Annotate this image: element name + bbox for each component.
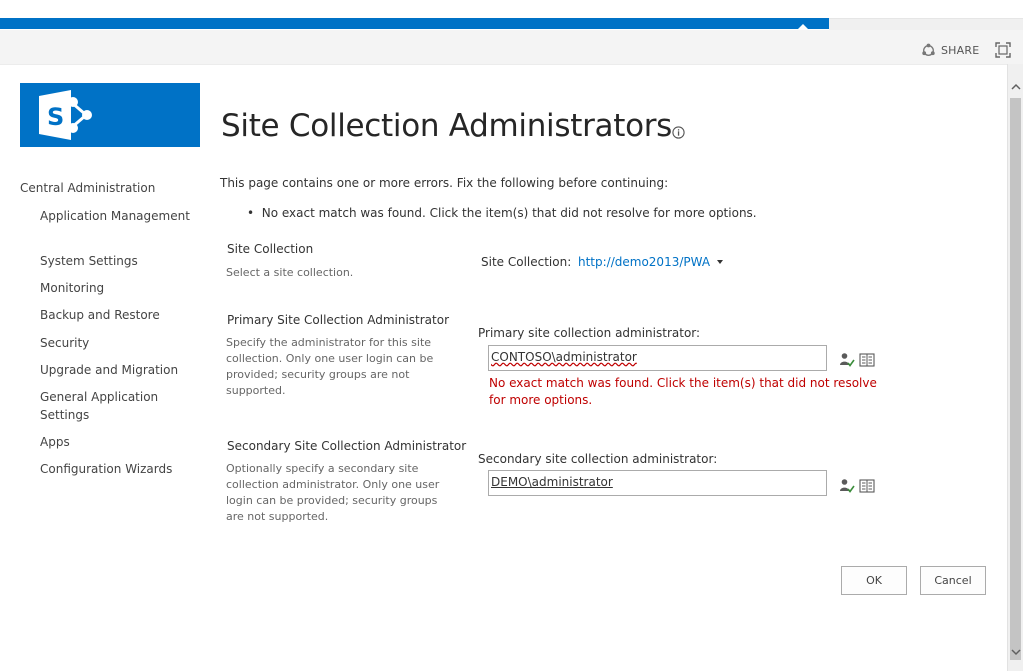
primary-admin-section-description: Specify the administrator for this site …	[226, 336, 434, 397]
scroll-down-icon[interactable]	[1011, 647, 1021, 657]
quicklaunch-item-backup-and-restore[interactable]: Backup and Restore	[40, 306, 190, 324]
quicklaunch-item-upgrade-and-migration[interactable]: Upgrade and Migration	[40, 361, 190, 379]
suite-nav-notch	[798, 24, 808, 29]
check-names-icon[interactable]	[839, 352, 855, 368]
share-icon	[922, 43, 935, 56]
error-bullet-item: • No exact match was found. Click the it…	[247, 206, 757, 220]
secondary-admin-picker-actions	[839, 478, 875, 494]
quicklaunch-item-apps[interactable]: Apps	[40, 433, 190, 451]
quicklaunch-item-system-settings[interactable]: System Settings	[40, 252, 190, 270]
primary-admin-field-label: Primary site collection administrator:	[478, 326, 701, 340]
error-summary: This page contains one or more errors. F…	[220, 176, 669, 190]
info-icon[interactable]	[672, 126, 685, 139]
primary-admin-people-picker[interactable]: CONTOSO\administrator	[488, 345, 827, 371]
secondary-admin-section-title: Secondary Site Collection Administrator	[227, 439, 467, 453]
vertical-scrollbar[interactable]	[1007, 64, 1023, 671]
site-collection-section-title: Site Collection	[227, 242, 314, 256]
site-collection-value: http://demo2013/PWA	[578, 255, 711, 269]
quicklaunch-central-administration[interactable]: Central Administration	[20, 181, 155, 195]
scrollbar-thumb[interactable]	[1010, 98, 1021, 660]
primary-admin-error: No exact match was found. Click the item…	[489, 376, 877, 407]
quicklaunch-item-general-application-settings[interactable]: General Application Settings	[40, 388, 190, 424]
site-collection-field-label: Site Collection:	[481, 255, 572, 269]
address-book-icon[interactable]	[859, 478, 875, 494]
secondary-admin-value: DEMO\administrator	[491, 475, 613, 489]
ok-button[interactable]: OK	[841, 566, 907, 595]
check-names-icon[interactable]	[839, 478, 855, 494]
site-collection-section-description: Select a site collection.	[226, 266, 354, 279]
focus-on-content-icon[interactable]	[995, 42, 1011, 58]
site-collection-selector[interactable]: http://demo2013/PWA	[578, 255, 724, 269]
quicklaunch-item-monitoring[interactable]: Monitoring	[40, 279, 190, 297]
quicklaunch-item-application-management[interactable]: Application Management	[40, 207, 190, 225]
share-button[interactable]: SHARE	[921, 40, 979, 60]
suite-nav-bar	[0, 18, 829, 29]
logo-letter: S	[47, 103, 64, 131]
quicklaunch-item-configuration-wizards[interactable]: Configuration Wizards	[40, 460, 190, 478]
secondary-admin-section-description: Optionally specify a secondary site coll…	[226, 462, 440, 523]
primary-admin-section-title: Primary Site Collection Administrator	[227, 313, 450, 327]
primary-admin-picker-actions	[839, 352, 875, 368]
quicklaunch-item-security[interactable]: Security	[40, 334, 190, 352]
primary-admin-value: CONTOSO\administrator	[491, 350, 637, 364]
address-book-icon[interactable]	[859, 352, 875, 368]
secondary-admin-people-picker[interactable]: DEMO\administrator	[488, 470, 827, 496]
share-label: SHARE	[941, 43, 980, 57]
sharepoint-logo[interactable]: S	[20, 83, 200, 147]
chevron-down-icon	[717, 260, 724, 264]
suite-nav-right	[829, 18, 1023, 30]
page-title: Site Collection Administrators	[221, 108, 673, 144]
error-bullet-text: No exact match was found. Click the item…	[261, 206, 757, 220]
secondary-admin-field-label: Secondary site collection administrator:	[478, 452, 718, 466]
scroll-up-icon[interactable]	[1011, 82, 1021, 92]
cancel-button[interactable]: Cancel	[920, 566, 986, 595]
top-bar	[0, 0, 1023, 30]
ribbon-bar	[0, 30, 1023, 65]
sharepoint-logo-icon: S	[39, 90, 92, 140]
